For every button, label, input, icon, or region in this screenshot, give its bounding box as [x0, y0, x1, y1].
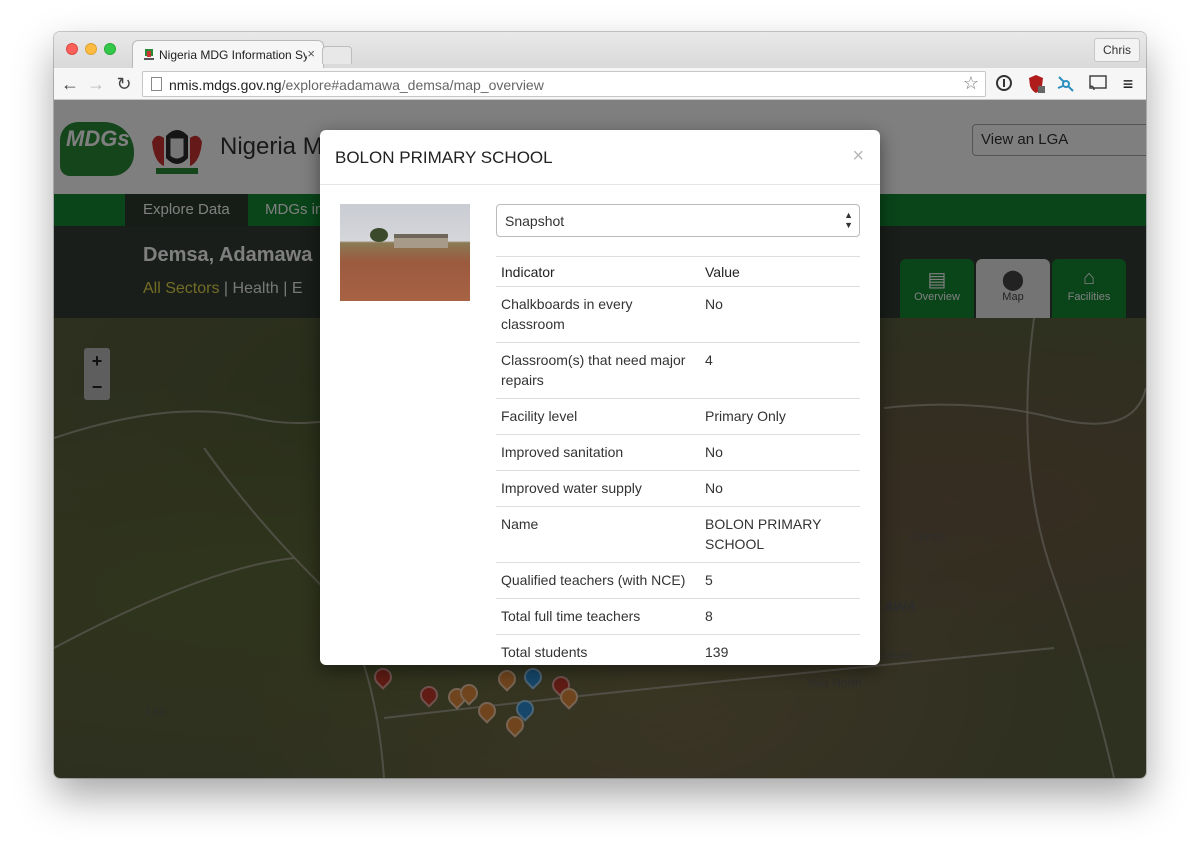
table-row: Total students 139: [496, 635, 860, 671]
table-row: Chalkboards in every classroom No: [496, 286, 860, 343]
value-cell: 4: [700, 342, 860, 399]
back-icon[interactable]: ←: [60, 73, 80, 95]
table-row: Facility level Primary Only: [496, 398, 860, 435]
table-row: Improved sanitation No: [496, 434, 860, 471]
profile-button[interactable]: Chris: [1093, 38, 1140, 62]
indicator-group-select[interactable]: Snapshot ▲ ▼: [496, 204, 860, 237]
photo-tree: [370, 228, 388, 242]
table-row: Improved water supply No: [496, 470, 860, 507]
value-cell: No: [700, 470, 860, 507]
table-header-row: Indicator Value: [496, 256, 860, 287]
bookmark-star-icon[interactable]: ☆: [963, 73, 979, 94]
table-row: Classroom(s) that need major repairs 4: [496, 342, 860, 399]
indicator-table: Indicator Value Chalkboards in every cla…: [496, 256, 860, 670]
column-header-value: Value: [700, 256, 860, 287]
url-text: nmis.mdgs.gov.ng/explore#adamawa_demsa/m…: [169, 77, 544, 93]
indicator-cell: Total full time teachers: [496, 598, 700, 635]
value-cell: No: [700, 286, 860, 343]
maximize-window-button[interactable]: [104, 43, 116, 55]
indicator-cell: Qualified teachers (with NCE): [496, 562, 700, 599]
value-cell: 5: [700, 562, 860, 599]
browser-window: Nigeria MDG Information Sy × Chris ← → ↻…: [54, 32, 1146, 778]
address-bar[interactable]: nmis.mdgs.gov.ng/explore#adamawa_demsa/m…: [142, 71, 986, 97]
indicator-cell: Total students: [501, 644, 588, 660]
photo-building: [394, 234, 448, 248]
cast-icon[interactable]: [1088, 74, 1108, 94]
indicator-cell: Improved water supply: [496, 470, 700, 507]
indicator-cell: Chalkboards in every classroom: [496, 286, 700, 343]
browser-tab[interactable]: Nigeria MDG Information Sy ×: [132, 40, 324, 68]
value-cell: No: [700, 434, 860, 471]
page-icon: [151, 77, 162, 91]
facility-photo: [340, 204, 470, 301]
close-icon[interactable]: ×: [852, 145, 864, 168]
value-cell: 139: [705, 644, 729, 660]
table-row: Qualified teachers (with NCE) 5: [496, 562, 860, 599]
reload-icon[interactable]: ↻: [114, 73, 134, 95]
modal-title: BOLON PRIMARY SCHOOL: [335, 148, 553, 167]
ublock-extension-icon[interactable]: [1026, 74, 1046, 94]
value-cell: BOLON PRIMARY SCHOOL: [700, 506, 860, 563]
tab-title: Nigeria MDG Information Sy: [159, 48, 307, 62]
url-host: nmis.mdgs.gov.ng: [169, 77, 282, 93]
new-tab-button[interactable]: [322, 46, 352, 64]
column-header-indicator: Indicator: [496, 256, 700, 287]
modal-divider: [320, 184, 880, 185]
tab-bar: Nigeria MDG Information Sy × Chris: [54, 32, 1146, 68]
indicator-cell: Improved sanitation: [496, 434, 700, 471]
facility-modal: BOLON PRIMARY SCHOOL × Snapshot ▲ ▼ Indic…: [320, 130, 880, 665]
info-extension-icon[interactable]: [994, 74, 1014, 94]
menu-icon[interactable]: ≡: [1118, 74, 1138, 94]
tab-close-icon[interactable]: ×: [307, 46, 315, 61]
indicator-cell: Classroom(s) that need major repairs: [496, 342, 700, 399]
forward-icon[interactable]: →: [86, 73, 106, 95]
coat-of-arms-favicon-icon: [144, 49, 154, 60]
table-row: Total full time teachers 8: [496, 598, 860, 635]
close-window-button[interactable]: [66, 43, 78, 55]
indicator-cell: Facility level: [496, 398, 700, 435]
browser-toolbar: ← → ↻ nmis.mdgs.gov.ng/explore#adamawa_d…: [54, 68, 1146, 100]
select-arrows-icon: ▲ ▼: [844, 210, 853, 230]
value-cell: Primary Only: [700, 398, 860, 435]
minimize-window-button[interactable]: [85, 43, 97, 55]
network-extension-icon[interactable]: [1056, 74, 1076, 94]
indicator-cell: Name: [496, 506, 700, 563]
value-cell: 8: [700, 598, 860, 635]
url-path: /explore#adamawa_demsa/map_overview: [281, 77, 544, 93]
table-row: Name BOLON PRIMARY SCHOOL: [496, 506, 860, 563]
select-value: Snapshot: [505, 213, 565, 229]
